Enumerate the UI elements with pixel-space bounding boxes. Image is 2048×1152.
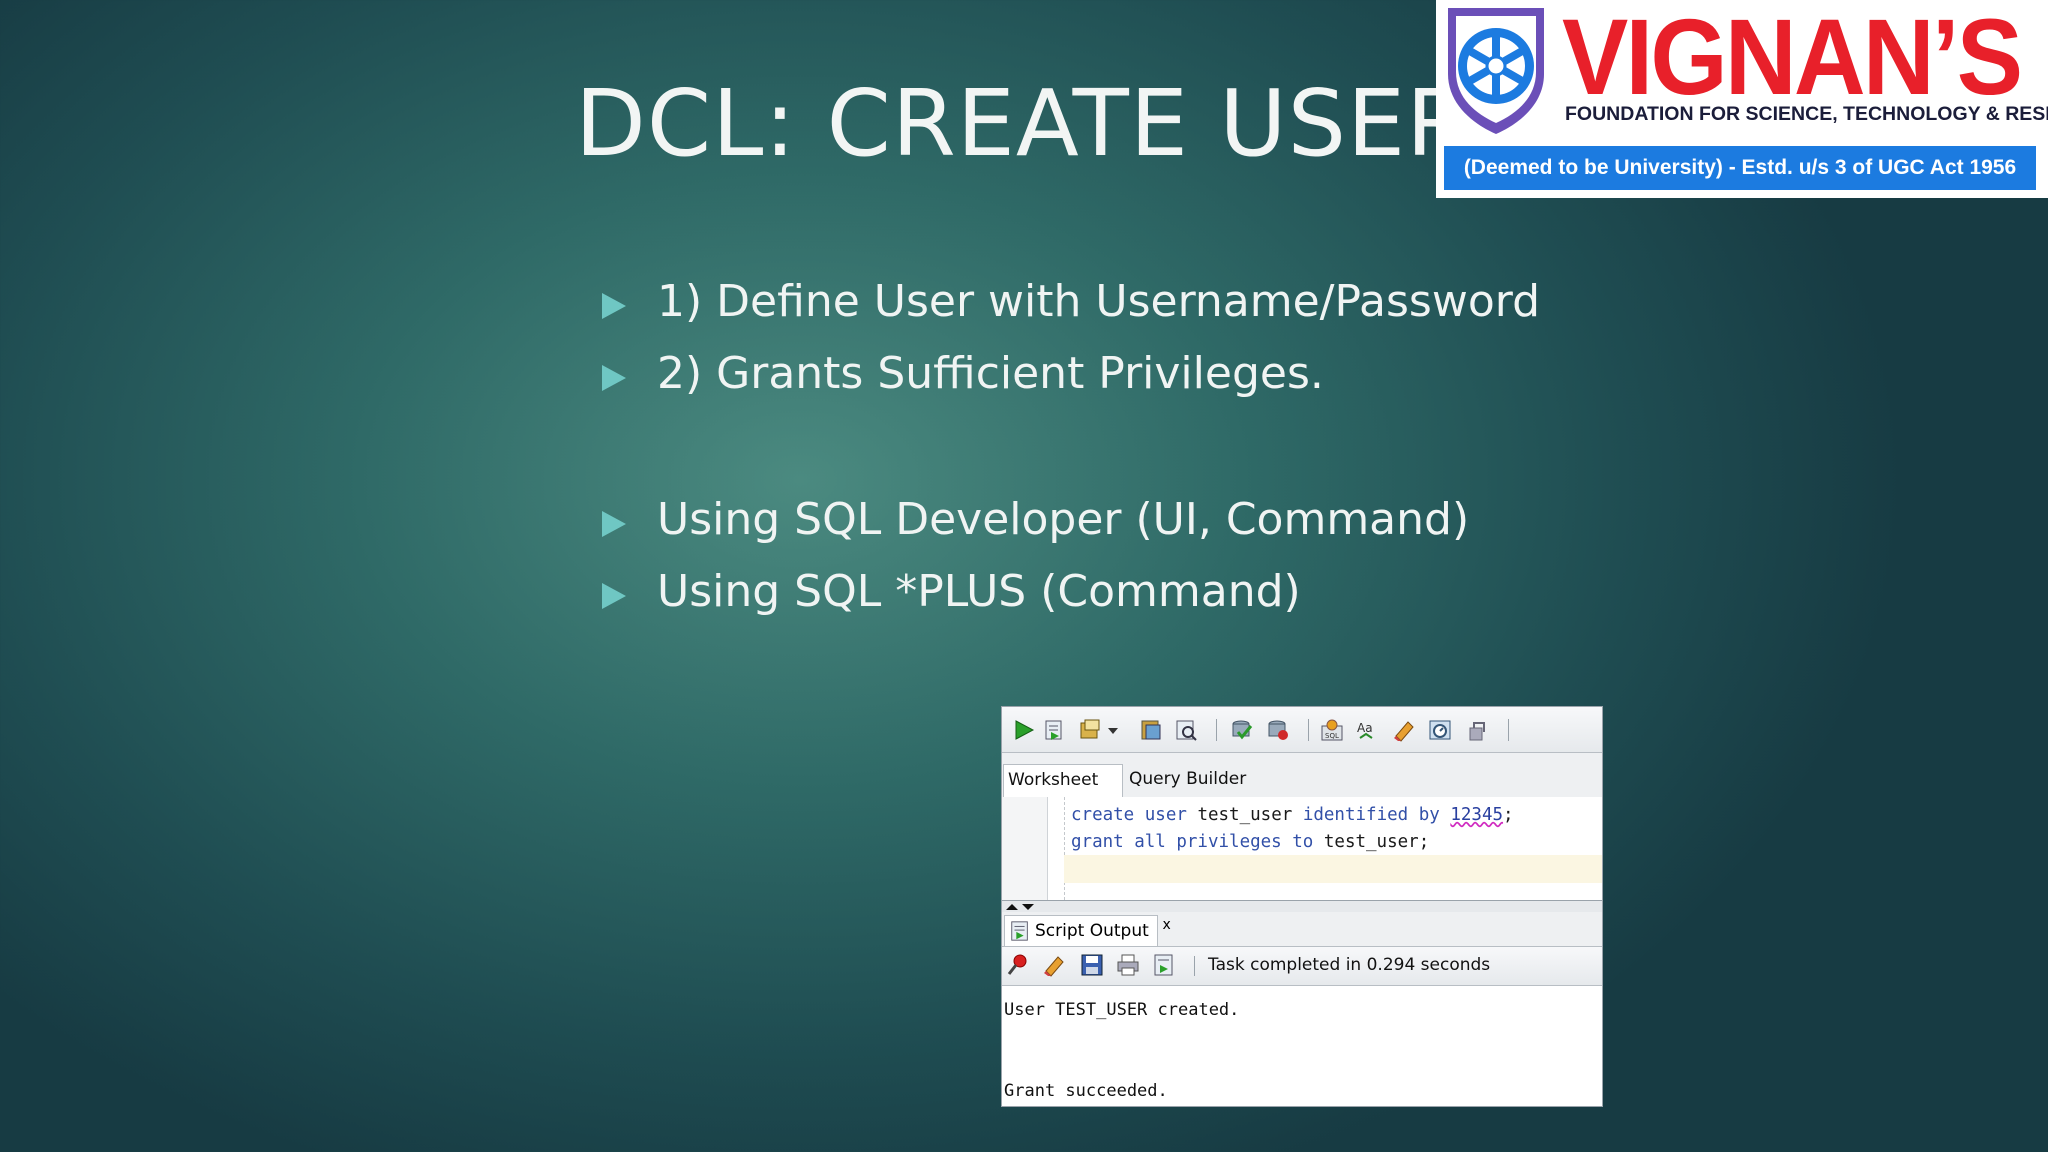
university-logo: VIGNAN’S FOUNDATION FOR SCIENCE, TECHNOL… — [1436, 0, 2048, 198]
script-output-icon — [1011, 921, 1028, 941]
script-output-label: Script Output — [1035, 921, 1149, 941]
logo-subtitle: FOUNDATION FOR SCIENCE, TECHNOLOGY & RES… — [1565, 103, 2048, 125]
bullet-arrow-icon — [602, 293, 626, 319]
unshared-icon[interactable] — [1466, 718, 1490, 742]
code-keyword: grant all privileges to — [1071, 832, 1314, 852]
format-icon[interactable]: Aa — [1356, 718, 1380, 742]
bullet-text: Using SQL Developer (UI, Command) — [657, 494, 1470, 545]
eraser-icon[interactable] — [1042, 953, 1066, 977]
save-icon[interactable] — [1080, 953, 1104, 977]
autotrace-icon[interactable] — [1078, 718, 1102, 742]
svg-text:Aa: Aa — [1357, 721, 1373, 735]
sql-history-icon[interactable]: SQL — [1320, 718, 1344, 742]
code-identifier: test_user — [1323, 832, 1419, 852]
code-line: grant all privileges to test_user; — [1071, 832, 1429, 852]
sql-tuning-icon[interactable] — [1174, 718, 1198, 742]
logo-band: (Deemed to be University) - Estd. u/s 3 … — [1444, 146, 2036, 190]
line-gutter — [1002, 797, 1048, 900]
bullet-text: Using SQL *PLUS (Command) — [657, 566, 1301, 617]
bullet-arrow-icon — [602, 583, 626, 609]
output-line: Grant succeeded. — [1004, 1081, 1168, 1101]
commit-icon[interactable] — [1230, 718, 1254, 742]
slide-title: DCL: CREATE USER — [575, 70, 1472, 177]
rollback-icon[interactable] — [1266, 718, 1290, 742]
logo-brand: VIGNAN’S — [1562, 0, 2023, 117]
code-number: 12345 — [1450, 805, 1504, 825]
svg-text:SQL: SQL — [1325, 732, 1339, 740]
worksheet-tab-strip: Worksheet Query Builder — [1002, 753, 1602, 798]
close-tab-icon[interactable]: x — [1162, 910, 1170, 940]
split-arrows-icon[interactable] — [1004, 902, 1036, 912]
script-output-pane: User TEST_USER created. Grant succeeded. — [1002, 986, 1602, 1106]
code-keyword: create user — [1071, 805, 1187, 825]
output-line: User TEST_USER created. — [1004, 1000, 1240, 1020]
explain-plan-icon[interactable] — [1139, 718, 1163, 742]
bullet-arrow-icon — [602, 511, 626, 537]
run-script-icon[interactable] — [1042, 718, 1066, 742]
code-terminator: ; — [1503, 805, 1514, 825]
run-statement-icon[interactable] — [1012, 718, 1036, 742]
task-status: Task completed in 0.294 seconds — [1208, 955, 1491, 975]
clear-icon[interactable] — [1392, 718, 1416, 742]
run-script-output-icon[interactable] — [1152, 953, 1176, 977]
fold-margin — [1064, 797, 1066, 900]
print-icon[interactable] — [1116, 953, 1140, 977]
dropdown-arrow-icon[interactable] — [1106, 718, 1120, 742]
sql-developer-window: SQL Aa Worksheet Query Builder create us… — [1001, 706, 1603, 1107]
sql-editor[interactable]: create user test_user identified by 1234… — [1002, 797, 1602, 900]
shield-emblem-icon — [1448, 8, 1544, 134]
toolbar-separator — [1216, 719, 1217, 741]
sql-monitor-icon[interactable] — [1428, 718, 1452, 742]
worksheet-toolbar: SQL Aa — [1002, 707, 1602, 753]
toolbar-separator — [1194, 956, 1195, 976]
bullet-text: 1) Define User with Username/Password — [657, 276, 1541, 327]
output-toolbar: Task completed in 0.294 seconds — [1002, 946, 1602, 986]
code-keyword: identified by — [1302, 805, 1440, 825]
output-tab-strip: Script Output x — [1002, 912, 1602, 947]
code-terminator: ; — [1418, 832, 1430, 852]
tab-worksheet[interactable]: Worksheet — [1003, 764, 1123, 797]
pin-icon[interactable] — [1006, 953, 1030, 977]
current-line-highlight — [1064, 855, 1602, 883]
tab-script-output[interactable]: Script Output x — [1004, 915, 1171, 947]
toolbar-separator — [1508, 719, 1509, 741]
code-line: create user test_user identified by 1234… — [1071, 805, 1514, 825]
bullet-text: 2) Grants Sufficient Privileges. — [657, 348, 1324, 399]
tab-query-builder[interactable]: Query Builder — [1125, 764, 1250, 796]
bullet-arrow-icon — [602, 365, 626, 391]
code-identifier: test_user — [1197, 805, 1293, 825]
toolbar-separator — [1308, 719, 1309, 741]
